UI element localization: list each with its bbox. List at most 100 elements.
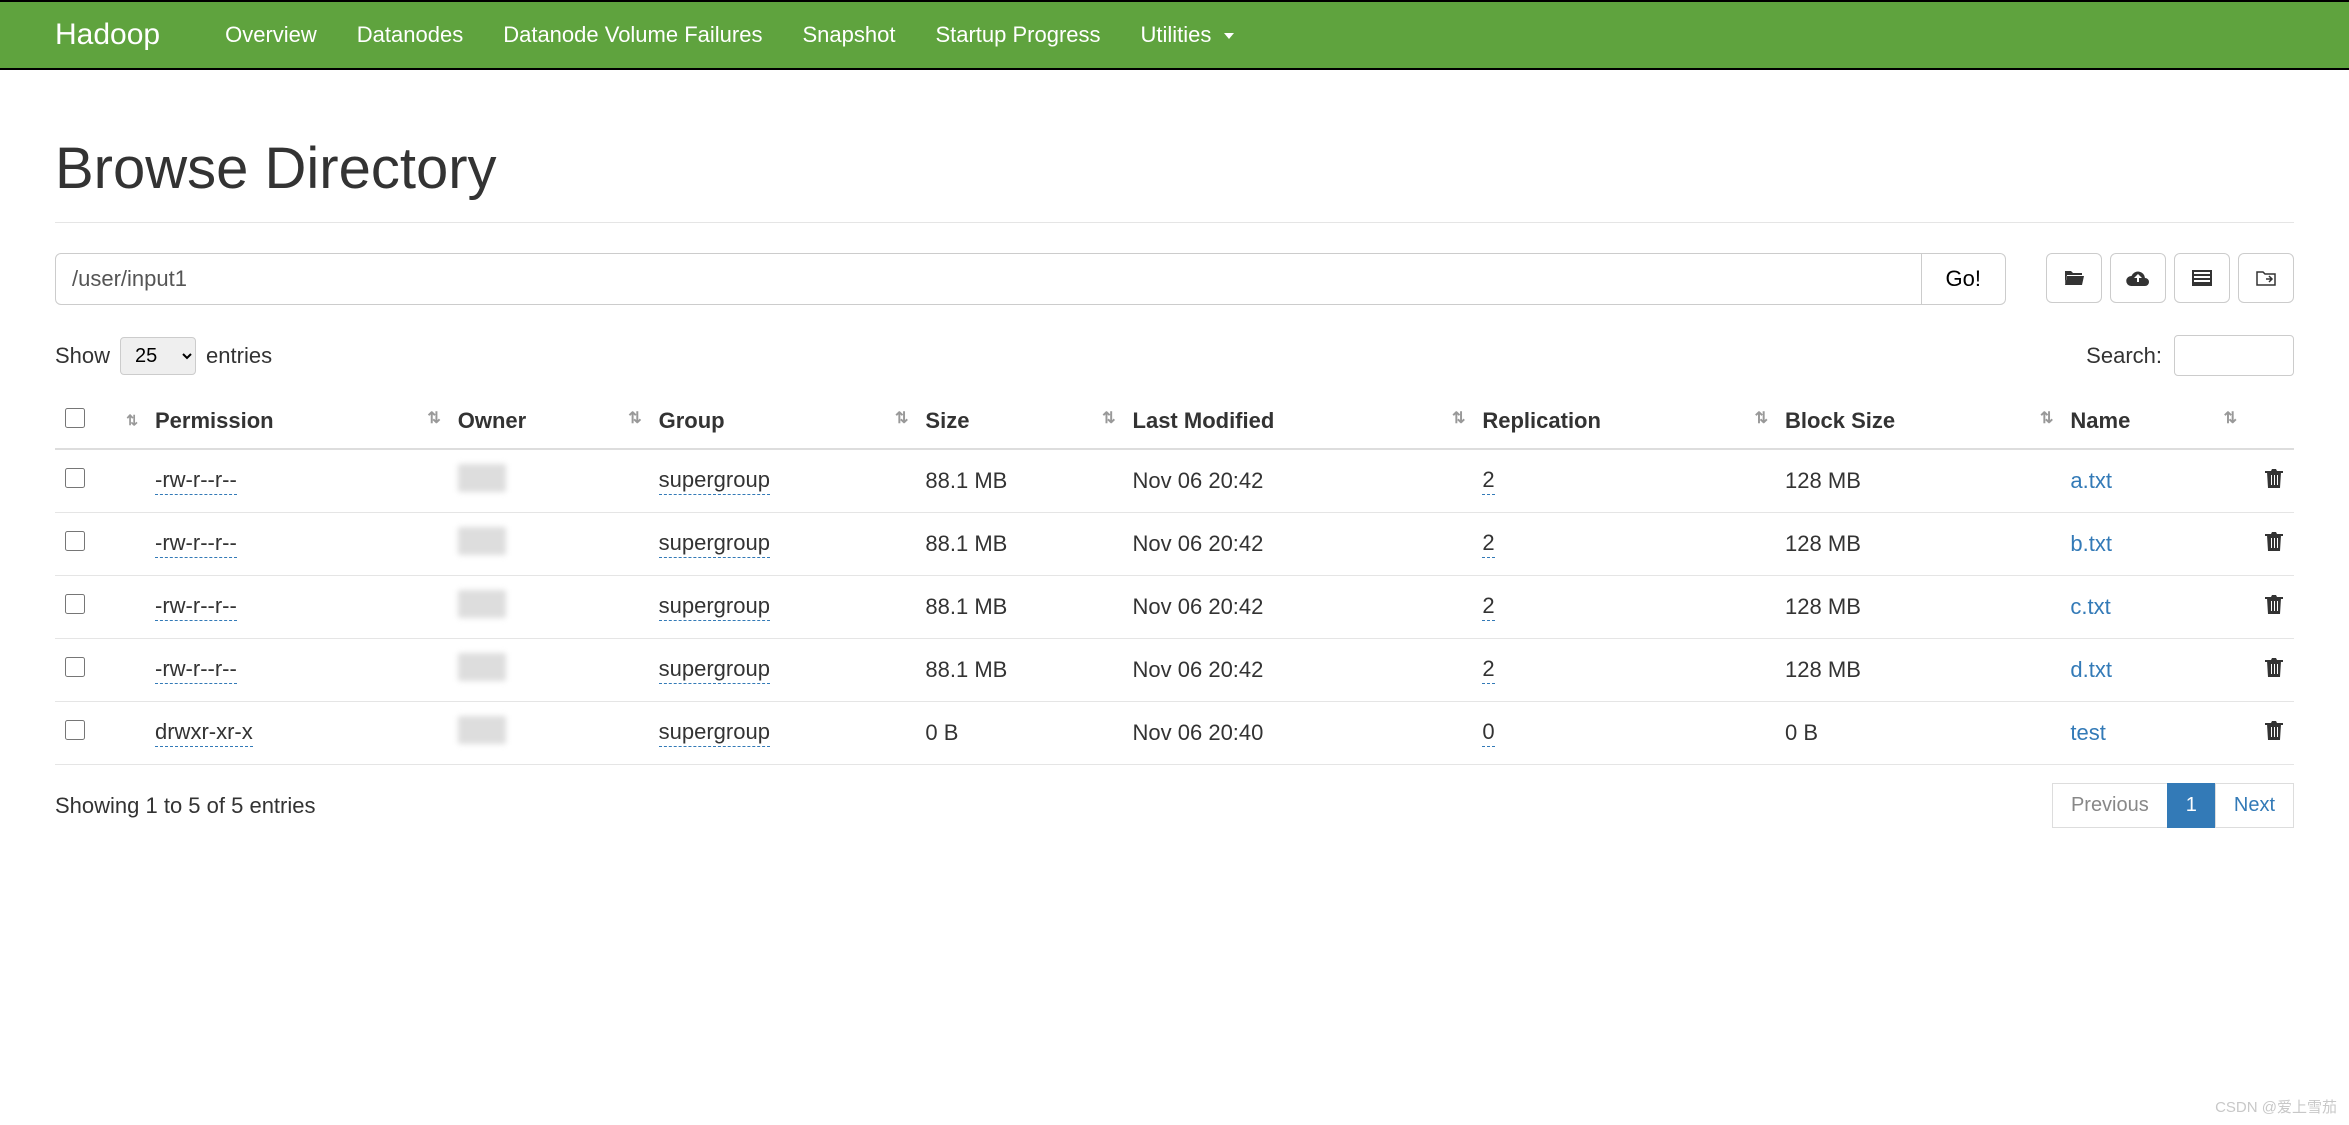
cloud-upload-icon <box>2126 269 2150 287</box>
search-input[interactable] <box>2174 335 2294 376</box>
nav-datanodes[interactable]: Datanodes <box>337 0 483 70</box>
table-info: Showing 1 to 5 of 5 entries <box>55 793 316 819</box>
cut-button[interactable] <box>2238 253 2294 303</box>
replication-value[interactable]: 2 <box>1482 530 1494 558</box>
file-link[interactable]: d.txt <box>2070 657 2112 682</box>
permission-value[interactable]: drwxr-xr-x <box>155 719 253 747</box>
file-link[interactable]: b.txt <box>2070 531 2112 556</box>
permission-value[interactable]: -rw-r--r-- <box>155 467 237 495</box>
size-value: 88.1 MB <box>915 639 1122 702</box>
nav-dvf[interactable]: Datanode Volume Failures <box>483 0 782 70</box>
list-button[interactable] <box>2174 253 2230 303</box>
replication-value[interactable]: 2 <box>1482 467 1494 495</box>
blocksize-value: 128 MB <box>1775 576 2060 639</box>
replication-value[interactable]: 2 <box>1482 656 1494 684</box>
owner-value[interactable] <box>458 653 506 681</box>
modified-value: Nov 06 20:42 <box>1123 639 1473 702</box>
size-value: 88.1 MB <box>915 576 1122 639</box>
nav-snapshot[interactable]: Snapshot <box>782 0 915 70</box>
blocksize-value: 128 MB <box>1775 449 2060 513</box>
row-checkbox[interactable] <box>65 468 85 488</box>
upload-button[interactable] <box>2110 253 2166 303</box>
blocksize-value: 128 MB <box>1775 513 2060 576</box>
row-checkbox[interactable] <box>65 594 85 614</box>
col-name[interactable]: Name⇅ <box>2060 394 2244 449</box>
file-link[interactable]: test <box>2070 720 2105 745</box>
col-owner[interactable]: Owner⇅ <box>448 394 649 449</box>
path-input[interactable] <box>55 253 1922 305</box>
page-1-button[interactable]: 1 <box>2167 783 2216 828</box>
group-value[interactable]: supergroup <box>659 719 770 747</box>
modified-value: Nov 06 20:40 <box>1123 702 1473 765</box>
col-permission[interactable]: Permission⇅ <box>145 394 448 449</box>
navbar: Hadoop Overview Datanodes Datanode Volum… <box>0 0 2349 70</box>
trash-icon <box>2264 532 2284 557</box>
select-all-checkbox[interactable] <box>65 408 85 428</box>
delete-button[interactable] <box>2244 576 2294 639</box>
blocksize-value: 128 MB <box>1775 639 2060 702</box>
folder-arrow-icon <box>2255 269 2277 287</box>
owner-value[interactable] <box>458 527 506 555</box>
replication-value[interactable]: 0 <box>1482 719 1494 747</box>
table-row: -rw-r--r-- supergroup 88.1 MB Nov 06 20:… <box>55 576 2294 639</box>
next-page-button[interactable]: Next <box>2215 783 2294 828</box>
row-checkbox[interactable] <box>65 657 85 677</box>
group-value[interactable]: supergroup <box>659 530 770 558</box>
group-value[interactable]: supergroup <box>659 467 770 495</box>
delete-button[interactable] <box>2244 513 2294 576</box>
brand-link[interactable]: Hadoop <box>55 18 160 52</box>
table-row: drwxr-xr-x supergroup 0 B Nov 06 20:40 0… <box>55 702 2294 765</box>
sort-column-header[interactable] <box>105 394 145 449</box>
modified-value: Nov 06 20:42 <box>1123 576 1473 639</box>
prev-page-button[interactable]: Previous <box>2052 783 2168 828</box>
nav-utilities[interactable]: Utilities <box>1121 0 1254 70</box>
size-value: 0 B <box>915 702 1122 765</box>
go-button[interactable]: Go! <box>1922 253 2006 305</box>
permission-value[interactable]: -rw-r--r-- <box>155 530 237 558</box>
page-title: Browse Directory <box>55 135 2294 202</box>
owner-value[interactable] <box>458 590 506 618</box>
trash-icon <box>2264 721 2284 746</box>
col-group[interactable]: Group⇅ <box>649 394 916 449</box>
row-checkbox[interactable] <box>65 720 85 740</box>
trash-icon <box>2264 595 2284 620</box>
entries-label: entries <box>206 343 272 369</box>
table-row: -rw-r--r-- supergroup 88.1 MB Nov 06 20:… <box>55 639 2294 702</box>
nav-startup[interactable]: Startup Progress <box>915 0 1120 70</box>
show-label: Show <box>55 343 110 369</box>
col-size[interactable]: Size⇅ <box>915 394 1122 449</box>
trash-icon <box>2264 658 2284 683</box>
col-block-size[interactable]: Block Size⇅ <box>1775 394 2060 449</box>
size-value: 88.1 MB <box>915 449 1122 513</box>
row-checkbox[interactable] <box>65 531 85 551</box>
permission-value[interactable]: -rw-r--r-- <box>155 656 237 684</box>
owner-value[interactable] <box>458 716 506 744</box>
delete-button[interactable] <box>2244 449 2294 513</box>
folder-open-button[interactable] <box>2046 253 2102 303</box>
delete-button[interactable] <box>2244 702 2294 765</box>
divider <box>55 222 2294 223</box>
file-link[interactable]: a.txt <box>2070 468 2112 493</box>
col-last-modified[interactable]: Last Modified⇅ <box>1123 394 1473 449</box>
col-replication[interactable]: Replication⇅ <box>1472 394 1775 449</box>
size-value: 88.1 MB <box>915 513 1122 576</box>
nav-overview[interactable]: Overview <box>205 0 337 70</box>
table-row: -rw-r--r-- supergroup 88.1 MB Nov 06 20:… <box>55 449 2294 513</box>
blocksize-value: 0 B <box>1775 702 2060 765</box>
replication-value[interactable]: 2 <box>1482 593 1494 621</box>
chevron-down-icon <box>1224 33 1234 39</box>
modified-value: Nov 06 20:42 <box>1123 513 1473 576</box>
modified-value: Nov 06 20:42 <box>1123 449 1473 513</box>
delete-button[interactable] <box>2244 639 2294 702</box>
watermark: CSDN @爱上雪茄 <box>2215 1096 2337 1117</box>
search-label: Search: <box>2086 343 2162 369</box>
group-value[interactable]: supergroup <box>659 656 770 684</box>
file-link[interactable]: c.txt <box>2070 594 2110 619</box>
owner-value[interactable] <box>458 464 506 492</box>
table-row: -rw-r--r-- supergroup 88.1 MB Nov 06 20:… <box>55 513 2294 576</box>
permission-value[interactable]: -rw-r--r-- <box>155 593 237 621</box>
list-icon <box>2192 270 2212 286</box>
group-value[interactable]: supergroup <box>659 593 770 621</box>
entries-select[interactable]: 102550100 <box>120 337 196 375</box>
trash-icon <box>2264 469 2284 494</box>
